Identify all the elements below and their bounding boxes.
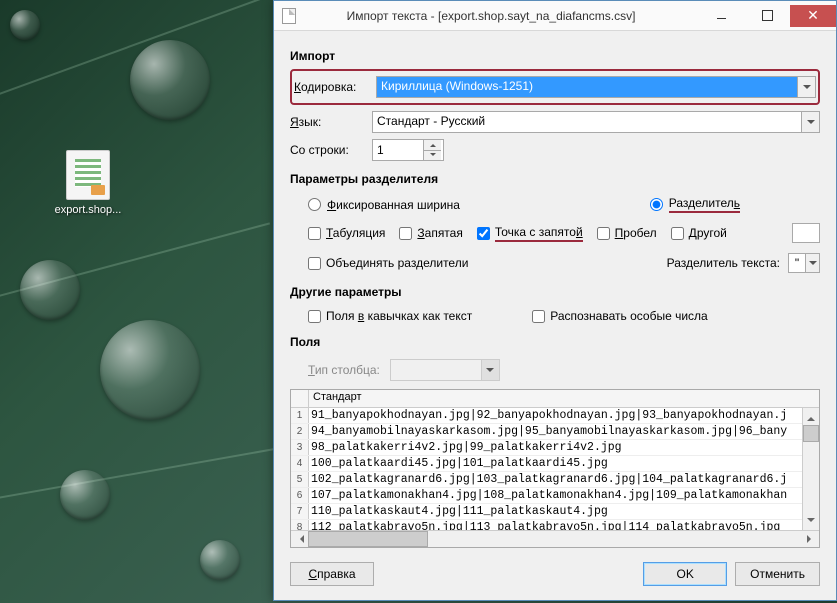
- scroll-down-icon[interactable]: [803, 513, 819, 530]
- tab-checkbox[interactable]: Табуляция: [308, 226, 385, 240]
- from-row-label: Со строки:: [290, 143, 372, 157]
- chevron-down-icon: [481, 360, 499, 380]
- encoding-label: Кодировка:: [294, 80, 376, 94]
- table-row: 294_banyamobilnayaskarkasom.jpg|95_banya…: [291, 424, 819, 440]
- language-label: Язык:: [290, 115, 372, 129]
- chevron-down-icon[interactable]: [801, 112, 819, 132]
- scrollbar-thumb[interactable]: [308, 531, 428, 547]
- minimize-button[interactable]: [698, 5, 744, 27]
- table-row: 191_banyapokhodnayan.jpg|92_banyapokhodn…: [291, 408, 819, 424]
- table-row: 8112_palatkabravo5n.jpg|113_palatkabravo…: [291, 520, 819, 530]
- fixed-width-radio[interactable]: Фиксированная ширина: [308, 198, 460, 212]
- fields-section-label: Поля: [290, 335, 820, 349]
- column-type-combo: [390, 359, 500, 381]
- desktop-file-icon[interactable]: export.shop...: [50, 150, 126, 216]
- space-checkbox[interactable]: Пробел: [597, 226, 657, 240]
- encoding-highlight: Кодировка: Кириллица (Windows-1251): [290, 69, 820, 105]
- text-separator-label: Разделитель текста:: [667, 256, 780, 270]
- ok-button[interactable]: OK: [643, 562, 727, 586]
- scrollbar-thumb[interactable]: [803, 425, 819, 442]
- import-section-label: Импорт: [290, 49, 820, 63]
- merge-delimiters-checkbox[interactable]: Объединять разделители: [308, 256, 468, 270]
- column-type-label: Тип столбца:: [308, 363, 380, 377]
- table-row: 398_palatkakerri4v2.jpg|99_palatkakerri4…: [291, 440, 819, 456]
- table-row: 5102_palatkagranard6.jpg|103_palatkagran…: [291, 472, 819, 488]
- titlebar[interactable]: Импорт текста - [export.shop.sayt_na_dia…: [274, 1, 836, 31]
- table-row: 7110_palatkaskaut4.jpg|111_palatkaskaut4…: [291, 504, 819, 520]
- other-checkbox[interactable]: Другой: [671, 226, 727, 240]
- window-title: Импорт текста - [export.shop.sayt_na_dia…: [304, 9, 698, 23]
- scroll-left-icon[interactable]: [291, 531, 308, 547]
- delimiter-radio[interactable]: Разделитель: [650, 196, 740, 213]
- comma-checkbox[interactable]: Запятая: [399, 226, 462, 240]
- quoted-fields-checkbox[interactable]: Поля в кавычках как текст: [308, 309, 472, 323]
- maximize-button[interactable]: [744, 5, 790, 27]
- document-icon: [282, 8, 296, 24]
- semicolon-checkbox[interactable]: Точка с запятой: [477, 225, 583, 242]
- vertical-scrollbar[interactable]: [802, 408, 819, 530]
- spreadsheet-file-icon: [66, 150, 110, 200]
- chevron-down-icon[interactable]: [805, 254, 819, 272]
- table-row: 6107_palatkamonakhan4.jpg|108_palatkamon…: [291, 488, 819, 504]
- spin-down-icon[interactable]: [424, 151, 441, 161]
- help-button[interactable]: Справка: [290, 562, 374, 586]
- close-button[interactable]: [790, 5, 836, 27]
- other-params-section-label: Другие параметры: [290, 285, 820, 299]
- horizontal-scrollbar[interactable]: [291, 530, 819, 547]
- import-text-dialog: Импорт текста - [export.shop.sayt_na_dia…: [273, 0, 837, 601]
- preview-grid[interactable]: Стандарт 191_banyapokhodnayan.jpg|92_ban…: [290, 389, 820, 548]
- scroll-up-icon[interactable]: [803, 408, 819, 425]
- preview-body[interactable]: 191_banyapokhodnayan.jpg|92_banyapokhodn…: [291, 408, 819, 530]
- separator-section-label: Параметры разделителя: [290, 172, 820, 186]
- language-combo[interactable]: Стандарт - Русский: [372, 111, 820, 133]
- text-separator-combo[interactable]: ": [788, 253, 820, 273]
- special-numbers-checkbox[interactable]: Распознавать особые числа: [532, 309, 707, 323]
- other-char-input[interactable]: [792, 223, 820, 243]
- encoding-combo[interactable]: Кириллица (Windows-1251): [376, 76, 816, 98]
- from-row-input[interactable]: [373, 140, 423, 160]
- table-row: 4100_palatkaardi45.jpg|101_palatkaardi45…: [291, 456, 819, 472]
- chevron-down-icon[interactable]: [797, 77, 815, 97]
- scroll-right-icon[interactable]: [802, 531, 819, 547]
- cancel-button[interactable]: Отменить: [735, 562, 820, 586]
- spin-up-icon[interactable]: [424, 140, 441, 151]
- from-row-spinner[interactable]: [372, 139, 444, 161]
- desktop-file-label: export.shop...: [50, 204, 126, 216]
- column-header[interactable]: Стандарт: [309, 390, 819, 407]
